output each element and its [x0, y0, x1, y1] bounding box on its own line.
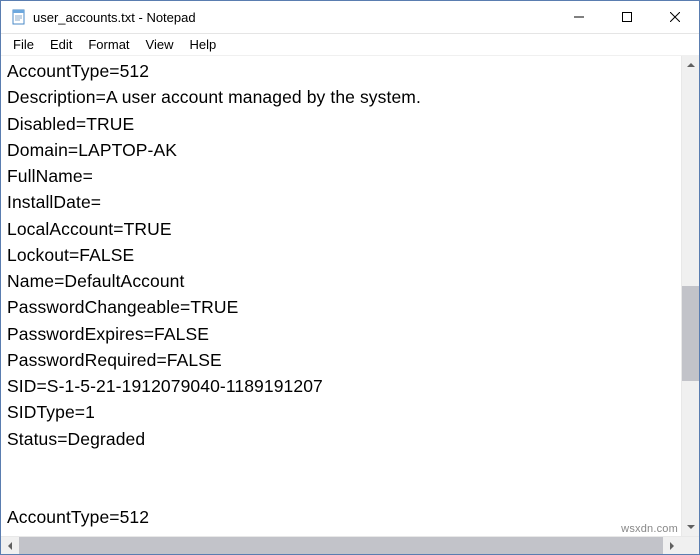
menu-help[interactable]: Help — [181, 35, 224, 54]
text-editor[interactable]: AccountType=512 Description=A user accou… — [1, 56, 681, 536]
menu-format[interactable]: Format — [80, 35, 137, 54]
close-button[interactable] — [651, 1, 699, 33]
scroll-left-button[interactable] — [1, 537, 19, 554]
notepad-window: user_accounts.txt - Notepad File Edit Fo… — [0, 0, 700, 555]
notepad-icon — [11, 9, 27, 25]
scrollbar-corner — [681, 537, 699, 554]
menu-file[interactable]: File — [5, 35, 42, 54]
vertical-scrollbar[interactable] — [681, 56, 699, 536]
menu-view[interactable]: View — [138, 35, 182, 54]
window-title: user_accounts.txt - Notepad — [33, 10, 555, 25]
scroll-down-button[interactable] — [682, 518, 699, 536]
content-area: AccountType=512 Description=A user accou… — [1, 56, 699, 536]
scroll-right-button[interactable] — [663, 537, 681, 554]
titlebar[interactable]: user_accounts.txt - Notepad — [1, 1, 699, 34]
vertical-scroll-thumb[interactable] — [682, 286, 699, 381]
horizontal-scrollbar[interactable] — [1, 536, 699, 554]
window-controls — [555, 1, 699, 33]
horizontal-scroll-thumb[interactable] — [19, 537, 663, 554]
maximize-button[interactable] — [603, 1, 651, 33]
menu-edit[interactable]: Edit — [42, 35, 80, 54]
horizontal-scroll-track[interactable] — [19, 537, 663, 554]
scroll-up-button[interactable] — [682, 56, 699, 74]
watermark: wsxdn.com — [621, 523, 678, 535]
menubar: File Edit Format View Help — [1, 34, 699, 56]
minimize-button[interactable] — [555, 1, 603, 33]
